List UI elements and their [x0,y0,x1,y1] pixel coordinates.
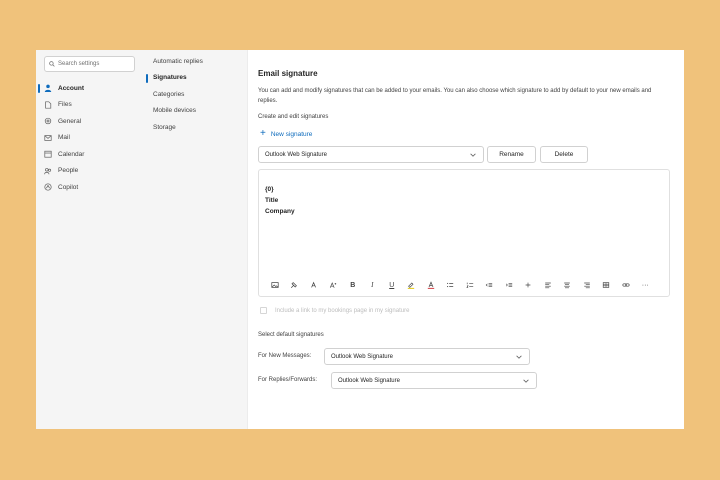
mail-icon [44,134,52,142]
signature-panel: Email signature You can add and modify s… [258,50,670,429]
new-signature-button[interactable]: + New signature [260,128,313,139]
search-placeholder: Search settings [58,61,100,67]
nav-item-people[interactable]: People [36,163,144,180]
increase-indent-icon[interactable] [499,278,519,292]
rename-button[interactable]: Rename [487,146,536,163]
align-center-icon[interactable] [558,278,578,292]
insert-image-icon[interactable] [265,278,285,292]
nav-item-calendar[interactable]: Calendar [36,146,144,163]
nav-item-label: Calendar [58,150,85,158]
new-messages-label: For New Messages: [258,353,312,359]
nav-item-general[interactable]: General [36,113,144,130]
underline-icon[interactable]: U [382,278,402,292]
create-section-label: Create and edit signatures [258,114,329,120]
new-messages-select-value: Outlook Web Signature [331,353,393,360]
nav-item-label: Mail [58,134,70,142]
nav-item-label: People [58,167,79,175]
gear-icon [44,117,52,125]
formatting-toolbar: B I U ··· [265,278,663,292]
people-icon [44,167,52,175]
subnav-item-signatures[interactable]: Signatures [144,70,247,87]
font-size-icon[interactable] [324,278,344,292]
nav-item-label: General [58,117,82,125]
italic-icon[interactable]: I [363,278,383,292]
bookings-link-checkbox[interactable]: Include a link to my bookings page in my… [260,307,409,314]
settings-subnav: Automatic replies Signatures Categories … [144,50,248,429]
signature-select-value: Outlook Web Signature [265,151,327,158]
settings-nav: Search settings Account Files General Ma… [36,50,144,429]
chevron-down-icon [523,379,529,383]
signature-line: Title [265,197,279,204]
new-signature-label: New signature [270,130,313,138]
signature-select[interactable]: Outlook Web Signature [258,146,484,163]
nav-item-copilot[interactable]: Copilot [36,179,144,196]
checkbox-icon [260,307,267,314]
subnav-item-label: Automatic replies [153,57,203,65]
signature-line: Company [265,208,295,215]
replies-label: For Replies/Forwards: [258,377,318,383]
subnav-item-label: Categories [153,90,185,98]
page-title: Email signature [258,69,318,78]
nav-item-label: Files [58,101,72,109]
font-icon[interactable] [304,278,324,292]
format-painter-icon[interactable] [285,278,305,292]
insert-link-icon[interactable] [616,278,636,292]
signature-editor[interactable]: {0} Title Company B I U ··· [258,169,670,297]
align-right-icon[interactable] [577,278,597,292]
nav-item-mail[interactable]: Mail [36,130,144,147]
search-icon [49,61,55,67]
subnav-item-automatic-replies[interactable]: Automatic replies [144,53,247,70]
more-options-icon[interactable]: ··· [636,278,656,292]
nav-item-account[interactable]: Account [36,80,144,97]
settings-window: Search settings Account Files General Ma… [36,50,684,429]
subnav-item-storage[interactable]: Storage [144,119,247,136]
file-icon [44,101,52,109]
font-color-icon[interactable] [421,278,441,292]
subnav-item-mobile-devices[interactable]: Mobile devices [144,103,247,120]
nav-item-label: Copilot [58,183,79,191]
defaults-section-label: Select default signatures [258,332,324,338]
page-description: You can add and modify signatures that c… [258,88,652,104]
signature-line: {0} [265,186,274,193]
calendar-icon [44,150,52,158]
subnav-item-label: Signatures [153,74,187,82]
numbered-list-icon[interactable] [460,278,480,292]
signature-editor-content[interactable]: {0} Title Company [265,184,295,217]
subnav-item-label: Mobile devices [153,107,196,115]
subnav-item-label: Storage [153,123,176,131]
bold-icon[interactable]: B [343,278,363,292]
copilot-icon [44,183,52,191]
nav-item-files[interactable]: Files [36,97,144,114]
search-input[interactable]: Search settings [44,56,135,72]
person-icon [44,84,52,93]
chevron-down-icon [470,153,476,157]
chevron-down-icon [516,355,522,359]
plus-icon: + [260,128,266,139]
quote-icon[interactable] [519,278,539,292]
replies-select[interactable]: Outlook Web Signature [331,372,537,389]
new-messages-select[interactable]: Outlook Web Signature [324,348,530,365]
nav-item-label: Account [58,84,84,92]
bulleted-list-icon[interactable] [441,278,461,292]
bookings-link-label: Include a link to my bookings page in my… [275,307,410,314]
align-left-icon[interactable] [538,278,558,292]
highlight-icon[interactable] [402,278,422,292]
subnav-item-categories[interactable]: Categories [144,86,247,103]
insert-table-icon[interactable] [597,278,617,292]
decrease-indent-icon[interactable] [480,278,500,292]
delete-button[interactable]: Delete [540,146,588,163]
replies-select-value: Outlook Web Signature [338,377,400,384]
